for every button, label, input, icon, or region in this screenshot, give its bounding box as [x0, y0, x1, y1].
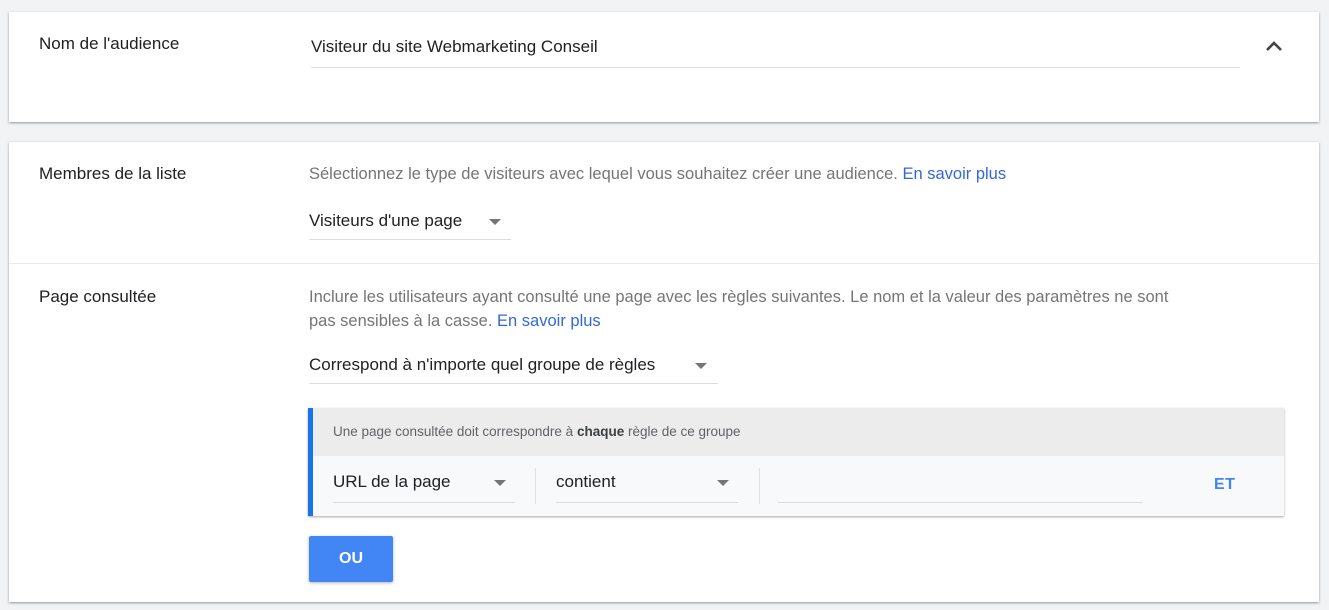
dropdown-arrow-icon [489, 219, 501, 225]
page-visited-description-line2: pas sensibles à la casse. [309, 312, 493, 330]
rule-match-select[interactable]: Correspond à n'importe quel groupe de rè… [309, 348, 718, 384]
audience-rules-card: Membres de la liste Sélectionnez le type… [9, 142, 1319, 602]
audience-name-label: Nom de l'audience [39, 34, 180, 53]
rule-separator [759, 468, 760, 504]
chevron-up-icon [1266, 41, 1282, 51]
rule-operator-selected: contient [556, 472, 616, 491]
page-visited-description: Inclure les utilisateurs ayant consulté … [309, 285, 1299, 333]
add-or-group-button[interactable]: OU [309, 536, 393, 582]
rule-group-header-suffix: règle de ce groupe [627, 424, 741, 439]
rule-group-header: Une page consultée doit correspondre à c… [313, 408, 1284, 456]
page-visited-description-line2-wrap: pas sensibles à la casse. En savoir plus [309, 309, 1299, 333]
list-members-label: Membres de la liste [39, 164, 187, 183]
rule-value-input[interactable] [778, 463, 1143, 503]
dropdown-arrow-icon [717, 480, 729, 486]
rule-separator [535, 468, 536, 504]
rule-match-selected: Correspond à n'importe quel groupe de rè… [309, 355, 656, 374]
list-members-description-text: Sélectionnez le type de visiteurs avec l… [309, 165, 898, 183]
rule-group-header-bold: chaque [576, 424, 625, 439]
collapse-button[interactable] [1263, 36, 1285, 58]
list-members-selected: Visiteurs d'une page [309, 211, 463, 230]
dropdown-arrow-icon [494, 480, 506, 486]
add-and-rule-button[interactable]: ET [1214, 476, 1235, 494]
list-members-description: Sélectionnez le type de visiteurs avec l… [309, 162, 1006, 186]
audience-name-input[interactable]: Visiteur du site Webmarketing Conseil [311, 34, 1240, 68]
rule-group: Une page consultée doit correspondre à c… [308, 408, 1284, 516]
rule-field-select[interactable]: URL de la page [333, 463, 515, 503]
audience-name-value: Visiteur du site Webmarketing Conseil [311, 37, 598, 56]
page-visited-description-line1: Inclure les utilisateurs ayant consulté … [309, 288, 1169, 306]
rule-group-header-prefix: Une page consultée doit correspondre à [333, 424, 574, 439]
rule-operator-select[interactable]: contient [556, 463, 738, 503]
rule-group-header-text: Une page consultée doit correspondre à c… [333, 424, 741, 439]
learn-more-link-page[interactable]: En savoir plus [497, 312, 601, 330]
dropdown-arrow-icon [695, 363, 707, 369]
learn-more-link-members[interactable]: En savoir plus [902, 165, 1006, 183]
page-visited-label: Page consultée [39, 287, 157, 306]
audience-name-card: Nom de l'audience Visiteur du site Webma… [9, 12, 1319, 122]
section-divider [9, 263, 1319, 264]
list-members-select[interactable]: Visiteurs d'une page [309, 204, 511, 240]
rule-field-selected: URL de la page [333, 472, 451, 491]
